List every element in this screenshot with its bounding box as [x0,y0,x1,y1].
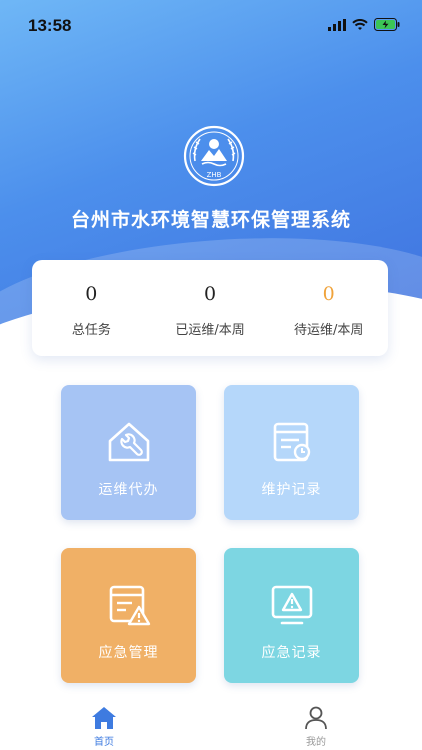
tile-label: 维护记录 [261,482,322,498]
tile-label: 应急记录 [261,645,322,661]
stat-label: 总任务 [71,323,111,338]
stat-total-tasks[interactable]: 0 总任务 [32,260,151,356]
app-title: 台州市水环境智慧环保管理系统 [70,209,351,231]
stat-value: 0 [85,283,98,305]
tab-label: 首页 [94,737,114,748]
user-icon [305,706,327,730]
stat-value: 0 [203,283,217,305]
logo-text: ZHB [207,171,222,179]
stat-label: 已运维/本周 [175,323,245,338]
tile-emergency-management[interactable]: 应急管理 [61,548,196,683]
stat-value: 0 [322,283,335,305]
tile-maintenance-record[interactable]: 维护记录 [224,385,359,520]
status-icons [328,18,400,31]
tile-emergency-record[interactable]: 应急记录 [224,548,359,683]
tab-home[interactable]: 首页 [64,706,144,748]
tab-label: 我的 [306,737,326,748]
signal-icon [328,18,346,31]
stat-label: 待运维/本周 [293,323,364,338]
tile-label: 应急管理 [98,645,159,661]
zhb-logo-icon: ZHB [183,125,245,187]
status-bar: 13:58 [0,0,422,50]
tab-mine[interactable]: 我的 [276,706,356,748]
bottom-tab-bar: 首页 我的 [0,700,422,750]
tile-label: 运维代办 [98,482,159,498]
tile-maintenance-todo[interactable]: 运维代办 [61,385,196,520]
stat-done-this-week[interactable]: 0 已运维/本周 [151,260,270,356]
wifi-icon [352,18,368,30]
warning-monitor-icon [271,585,312,625]
battery-charging-icon [374,18,400,31]
stat-pending-this-week[interactable]: 0 待运维/本周 [269,260,388,356]
home-icon [92,707,116,729]
stats-card: 0 总任务 0 已运维/本周 0 待运维/本周 [32,260,388,356]
status-time: 13:58 [28,16,72,35]
warning-document-icon [109,585,150,626]
wrench-house-icon [108,422,149,462]
record-list-icon [273,422,310,462]
